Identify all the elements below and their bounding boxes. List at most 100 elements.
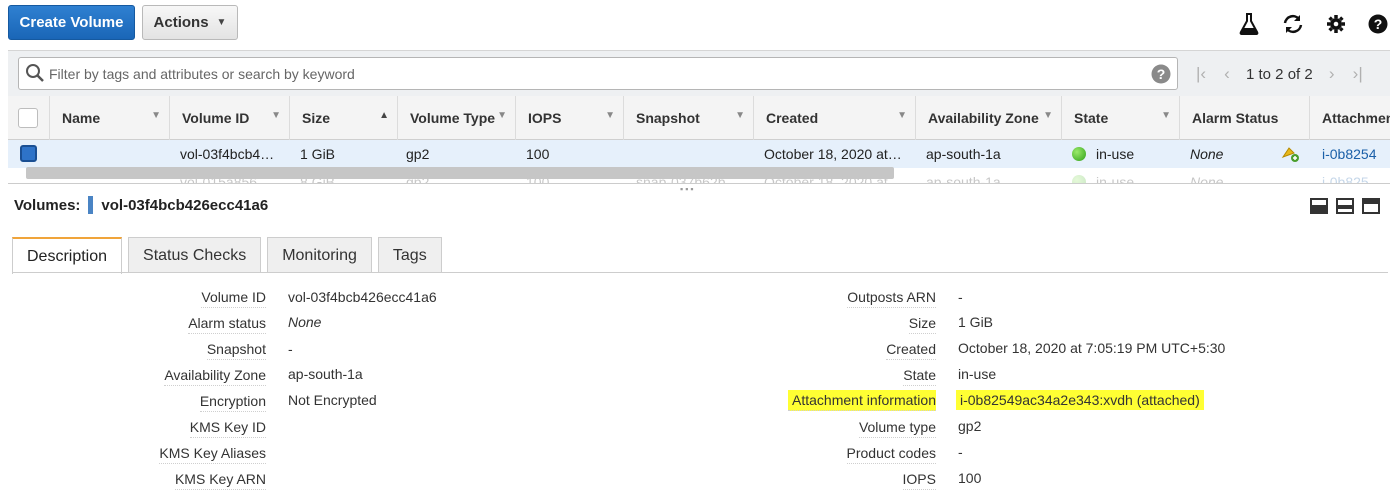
- tab-description[interactable]: Description: [12, 237, 123, 274]
- cell-volume-type: gp2: [406, 146, 430, 162]
- add-alarm-icon[interactable]: [1280, 140, 1304, 168]
- col-label: Volume ID: [182, 110, 250, 126]
- col-header-volume-type[interactable]: Volume Type ▼: [398, 96, 516, 140]
- volumes-table: Name ▼ Volume ID ▼ Size ▲ Volume Type ▼ IOPS…: [8, 96, 1390, 184]
- layout-split-icon[interactable]: [1336, 198, 1354, 214]
- col-header-created[interactable]: Created ▼: [754, 96, 916, 140]
- col-label: Size: [302, 110, 331, 126]
- label-snapshot: Snapshot: [206, 341, 266, 360]
- search-input[interactable]: [49, 62, 1139, 86]
- pager: |‹ ‹ 1 to 2 of 2 › ›|: [1188, 63, 1371, 85]
- prev-page-icon[interactable]: ‹: [1214, 64, 1240, 84]
- label-volume-id: Volume ID: [201, 289, 266, 308]
- cell-availability-zone: ap-south-1a: [926, 174, 1001, 184]
- label-created: Created: [886, 341, 936, 360]
- col-header-name[interactable]: Name ▼: [50, 96, 170, 140]
- gear-icon[interactable]: [1324, 12, 1348, 36]
- cell-state-text: in-use: [1096, 174, 1135, 184]
- resize-grip-icon[interactable]: ▪▪▪: [680, 184, 696, 194]
- search-help-icon[interactable]: ?: [1151, 64, 1171, 87]
- col-label: Created: [766, 110, 819, 126]
- value-attachment-information[interactable]: i-0b82549ac34a2e343:xvdh (attached): [956, 390, 1204, 410]
- col-header-snapshot[interactable]: Snapshot ▼: [624, 96, 754, 140]
- label-kms-key-id: KMS Key ID: [189, 419, 266, 438]
- select-all-cell: [8, 96, 50, 140]
- col-label: State: [1074, 110, 1109, 126]
- cell-attachment-link[interactable]: i-0b825: [1322, 168, 1390, 183]
- tab-tags[interactable]: Tags: [377, 237, 442, 273]
- details-header: Volumes: vol-03f4bcb426ecc41a6: [14, 196, 268, 214]
- label-size: Size: [908, 315, 936, 334]
- cell-iops: 100: [526, 146, 550, 162]
- table-row[interactable]: vol-03f4bcb4… 1 GiB gp2 100 October 18, …: [8, 140, 1390, 168]
- next-page-icon[interactable]: ›: [1319, 64, 1345, 84]
- sort-icon: ▼: [605, 110, 615, 121]
- details-tabs: Description Status Checks Monitoring Tag…: [12, 237, 442, 274]
- help-icon[interactable]: ?: [1366, 12, 1390, 36]
- layout-top-icon[interactable]: [1362, 198, 1380, 214]
- refresh-icon[interactable]: [1281, 12, 1305, 36]
- col-header-size[interactable]: Size ▲: [290, 96, 398, 140]
- col-label: IOPS: [528, 110, 562, 126]
- actions-button[interactable]: Actions ▼: [142, 5, 238, 40]
- cell-state: in-use: [1072, 168, 1178, 184]
- pane-layout-controls: [1310, 198, 1380, 214]
- filter-bar: ? |‹ ‹ 1 to 2 of 2 › ›|: [8, 50, 1390, 96]
- tab-monitoring[interactable]: Monitoring: [267, 237, 372, 273]
- col-header-availability-zone[interactable]: Availability Zone ▼: [916, 96, 1062, 140]
- create-volume-button[interactable]: Create Volume: [8, 5, 135, 40]
- cell-alarm-status: None: [1190, 146, 1224, 162]
- value-product-codes: -: [958, 444, 963, 460]
- sort-icon: ▼: [497, 110, 507, 121]
- volume-marker: [88, 196, 94, 214]
- value-volume-id: vol-03f4bcb426ecc41a6: [288, 289, 437, 305]
- state-ok-icon: [1072, 175, 1086, 183]
- cell-volume-id: vol-03f4bcb4…: [180, 146, 275, 162]
- col-label: Snapshot: [636, 110, 700, 126]
- last-page-icon[interactable]: ›|: [1345, 64, 1371, 84]
- value-alarm-status: None: [288, 314, 322, 330]
- layout-bottom-icon[interactable]: [1310, 198, 1328, 214]
- col-header-state[interactable]: State ▼: [1062, 96, 1180, 140]
- col-header-volume-id[interactable]: Volume ID ▼: [170, 96, 290, 140]
- sort-ascending-icon: ▲: [379, 110, 389, 121]
- flask-icon[interactable]: [1237, 12, 1261, 36]
- cell-size: 1 GiB: [300, 146, 336, 162]
- horizontal-scrollbar[interactable]: [26, 167, 894, 179]
- value-encryption: Not Encrypted: [288, 392, 377, 408]
- col-header-alarm-status[interactable]: Alarm Status: [1180, 96, 1310, 140]
- svg-text:?: ?: [1374, 16, 1383, 32]
- col-label: Name: [62, 110, 101, 126]
- label-state: State: [903, 367, 936, 386]
- value-iops: 100: [958, 470, 982, 486]
- tab-status-checks[interactable]: Status Checks: [128, 237, 262, 273]
- search-icon: [25, 63, 45, 86]
- col-header-iops[interactable]: IOPS ▼: [516, 96, 624, 140]
- cell-state-text: in-use: [1096, 146, 1135, 162]
- row-checkbox[interactable]: [20, 145, 37, 162]
- label-iops: IOPS: [902, 471, 936, 490]
- cell-name: [62, 140, 162, 168]
- cell-alarm-status: None: [1190, 174, 1224, 184]
- value-size: 1 GiB: [958, 314, 994, 330]
- sort-icon: ▼: [897, 110, 907, 121]
- label-volume-type: Volume type: [858, 419, 936, 438]
- cell-snapshot: [636, 140, 752, 168]
- col-label: Attachmen: [1322, 110, 1390, 126]
- details-volume-id: vol-03f4bcb426ecc41a6: [101, 196, 269, 214]
- cell-attachment-link[interactable]: i-0b8254: [1322, 140, 1390, 168]
- details-label: Volumes:: [14, 196, 81, 214]
- col-header-attachment[interactable]: Attachmen: [1310, 96, 1390, 140]
- value-state: in-use: [958, 366, 997, 382]
- pager-text: 1 to 2 of 2: [1246, 65, 1313, 83]
- value-volume-type: gp2: [958, 418, 982, 434]
- first-page-icon[interactable]: |‹: [1188, 64, 1214, 84]
- table-header: Name ▼ Volume ID ▼ Size ▲ Volume Type ▼ IOPS…: [8, 96, 1390, 140]
- select-all-checkbox[interactable]: [18, 108, 38, 128]
- sort-icon: ▼: [271, 110, 281, 121]
- col-label: Alarm Status: [1192, 110, 1279, 126]
- value-snapshot: -: [288, 341, 293, 357]
- value-created: October 18, 2020 at 7:05:19 PM UTC+5:30: [958, 340, 1226, 356]
- value-outposts-arn: -: [958, 289, 963, 305]
- sort-icon: ▼: [1161, 110, 1171, 121]
